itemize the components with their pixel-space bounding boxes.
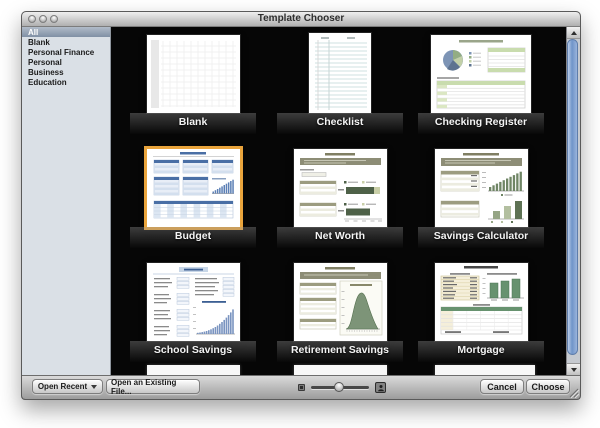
checklist-thumbnail-image: [309, 33, 371, 113]
choose-button[interactable]: Choose: [526, 379, 570, 394]
scroll-up-icon[interactable]: [567, 27, 580, 39]
blank-thumbnail-image: [147, 35, 240, 113]
cancel-label: Cancel: [487, 382, 517, 392]
window-titlebar[interactable]: Template Chooser: [22, 12, 580, 27]
bottom-toolbar: Open Recent Open an Existing File... Can…: [22, 375, 580, 399]
choose-label: Choose: [531, 382, 564, 392]
large-thumbnail-icon: [375, 382, 386, 393]
partial-thumbnail: [147, 365, 240, 375]
slider-track[interactable]: [311, 386, 369, 389]
chevron-down-icon: [91, 385, 97, 389]
school-savings-thumbnail-image: [147, 263, 240, 341]
template-cell-checking-register[interactable]: Checking Register: [410, 33, 552, 139]
person-icon: [377, 384, 385, 392]
template-cell-budget[interactable]: Budget: [122, 147, 264, 253]
template-cell-savings-calculator[interactable]: Savings Calculator: [410, 147, 552, 253]
open-recent-label: Open Recent: [38, 382, 87, 391]
template-label: School Savings: [154, 344, 232, 356]
template-chooser-window: Template Chooser All Blank Personal Fina…: [21, 11, 581, 400]
budget-thumbnail-image: [147, 149, 240, 227]
slider-thumb[interactable]: [334, 382, 344, 392]
template-label: Net Worth: [315, 230, 365, 242]
checking-register-thumbnail-image: [431, 35, 531, 113]
template-label: Budget: [175, 230, 211, 242]
retirement-savings-thumbnail-image: [294, 263, 387, 341]
sidebar-item-all[interactable]: All: [22, 27, 110, 37]
main-area: All Blank Personal Finance Personal Busi…: [22, 27, 580, 375]
sidebar-item-business[interactable]: Business: [22, 67, 110, 77]
thumbnail-size-slider: [298, 380, 386, 395]
template-label: Mortgage: [457, 344, 504, 356]
window-title: Template Chooser: [22, 12, 580, 26]
template-cell-net-worth[interactable]: Net Worth: [269, 147, 411, 253]
open-existing-file-button[interactable]: Open an Existing File...: [106, 379, 200, 394]
template-cell-checklist[interactable]: Checklist: [269, 33, 411, 139]
minimize-icon[interactable]: [39, 15, 47, 23]
partial-thumbnail: [435, 365, 535, 375]
open-existing-file-label: Open an Existing File...: [111, 378, 195, 396]
template-label: Retirement Savings: [291, 344, 389, 356]
close-icon[interactable]: [28, 15, 36, 23]
cancel-button[interactable]: Cancel: [480, 379, 524, 394]
template-label: Checklist: [317, 116, 364, 128]
template-grid: Blank Checklist: [111, 27, 580, 375]
sidebar-item-personal-finance[interactable]: Personal Finance: [22, 47, 110, 57]
sidebar-item-personal[interactable]: Personal: [22, 57, 110, 67]
template-cell-mortgage[interactable]: Mortgage: [410, 261, 552, 367]
template-cell-retirement-savings[interactable]: Retirement Savings: [269, 261, 411, 367]
vertical-scrollbar[interactable]: [566, 27, 580, 375]
template-label: Checking Register: [435, 116, 527, 128]
partial-thumbnail: [294, 365, 387, 375]
small-thumbnail-icon: [298, 384, 305, 391]
window-controls: [28, 15, 58, 23]
resize-grip[interactable]: [567, 386, 579, 398]
sidebar-item-education[interactable]: Education: [22, 77, 110, 87]
open-recent-button[interactable]: Open Recent: [32, 379, 103, 394]
zoom-icon[interactable]: [50, 15, 58, 23]
scrollbar-thumb[interactable]: [567, 39, 578, 355]
net-worth-thumbnail-image: [294, 149, 387, 227]
template-cell-blank[interactable]: Blank: [122, 33, 264, 139]
category-sidebar: All Blank Personal Finance Personal Busi…: [22, 27, 111, 375]
template-cell-school-savings[interactable]: School Savings: [122, 261, 264, 367]
savings-calculator-thumbnail-image: [435, 149, 528, 227]
template-label: Blank: [179, 116, 208, 128]
sidebar-item-blank[interactable]: Blank: [22, 37, 110, 47]
scroll-down-icon[interactable]: [567, 363, 580, 375]
template-label: Savings Calculator: [434, 230, 529, 242]
mortgage-thumbnail-image: [435, 263, 528, 341]
